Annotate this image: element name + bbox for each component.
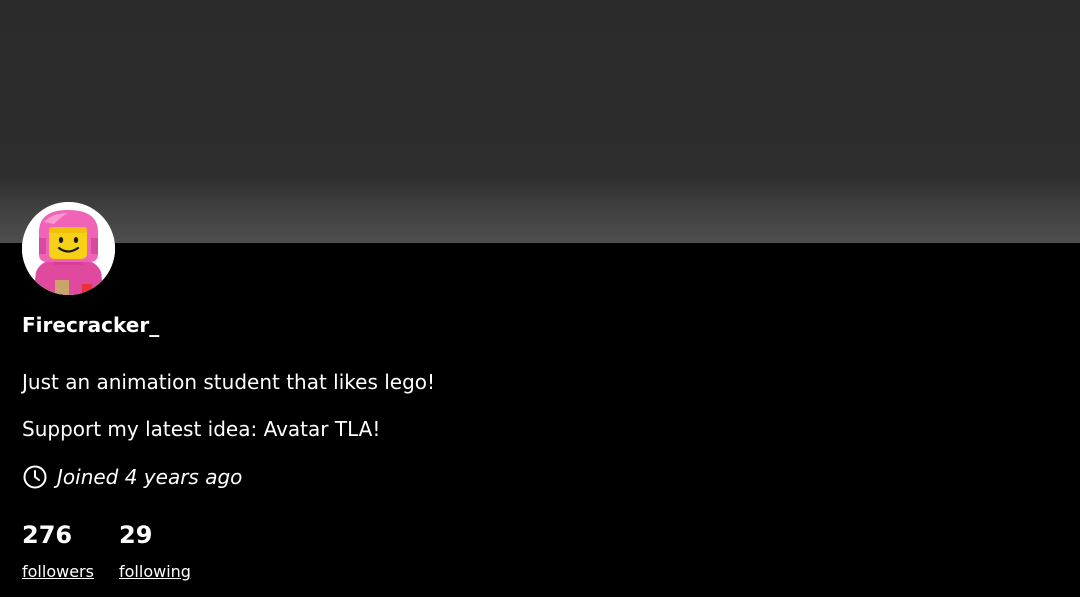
followers-stat[interactable]: 276 followers bbox=[22, 520, 94, 582]
followers-link[interactable]: followers bbox=[22, 562, 94, 582]
following-count: 29 bbox=[119, 521, 153, 549]
profile-banner bbox=[0, 0, 1080, 243]
bio-line: Support my latest idea: Avatar TLA! bbox=[22, 417, 381, 441]
profile-page: Firecracker_ Just an animation student t… bbox=[0, 0, 1080, 597]
joined-date: Joined 4 years ago bbox=[22, 462, 242, 492]
following-link[interactable]: following bbox=[119, 562, 191, 582]
followers-count: 276 bbox=[22, 521, 73, 549]
bio-line: Just an animation student that likes leg… bbox=[22, 370, 436, 394]
following-stat[interactable]: 29 following bbox=[119, 520, 191, 582]
joined-text: Joined 4 years ago bbox=[57, 465, 243, 489]
pink-spaceman-avatar-icon bbox=[22, 202, 115, 295]
profile-username: Firecracker_ bbox=[22, 313, 160, 337]
clock-icon bbox=[23, 465, 47, 489]
profile-avatar[interactable] bbox=[22, 202, 115, 295]
